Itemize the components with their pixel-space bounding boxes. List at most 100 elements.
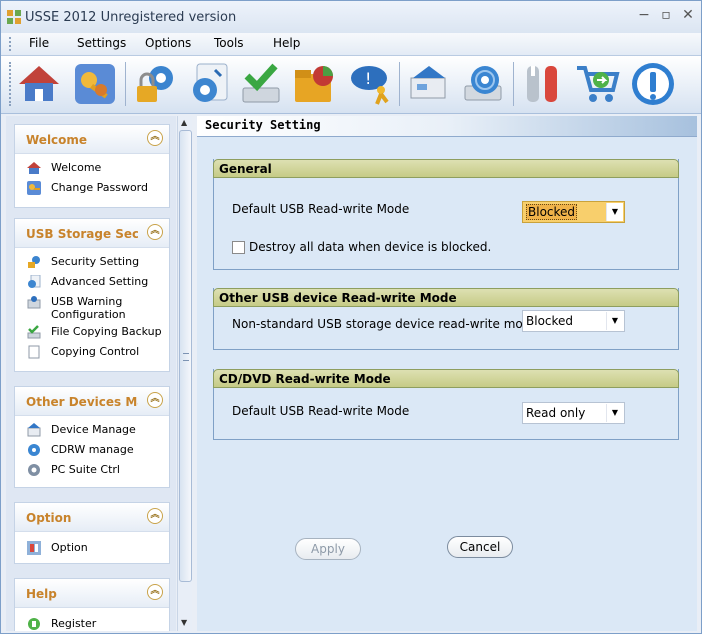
toolbar-separator [399,62,400,106]
collapse-chevron-icon[interactable]: ︽ [147,130,163,146]
info-icon[interactable] [629,60,677,108]
disc-small-icon [28,444,40,456]
panel-title: Other USB device Read-write Mode [219,291,457,305]
panel-title: General [219,162,272,176]
cancel-button[interactable]: Cancel [447,536,513,558]
chat-run-icon[interactable]: ! [347,60,395,108]
sidebar-group-title: Option [26,511,72,525]
other-usb-mode-label: Non-standard USB storage device read-wri… [232,317,538,331]
toolbar-separator [513,62,514,106]
collapse-chevron-icon[interactable]: ︽ [147,224,163,240]
cart-icon[interactable] [573,60,621,108]
sidebar-item-file-copying-backup[interactable]: File Copying Backup [15,322,169,342]
minimize-button[interactable]: − [635,7,653,23]
select-value: Blocked [526,204,578,220]
toolbar-separator [125,62,126,106]
sidebar-group-title: Help [26,587,57,601]
sidebar-scrollbar[interactable]: ▲ ▼ [177,116,192,631]
sidebar-group-title: USB Storage Secu... [26,227,138,241]
sidebar-group-header[interactable]: Help ︽ [15,579,169,608]
register-small-icon [28,618,40,630]
sidebar-group-header[interactable]: Option ︽ [15,503,169,532]
panel-other-usb: Other USB device Read-write Mode Non-sta… [213,288,679,350]
tools-icon[interactable] [519,60,567,108]
sidebar: Welcome ︽ Welcome Change Password USB St… [6,116,176,631]
cddvd-mode-label: Default USB Read-write Mode [232,404,410,418]
sidebar-item-welcome[interactable]: Welcome [15,158,169,178]
menu-bar: File Settings Options Tools Help [1,33,701,56]
scroll-up-arrow-icon[interactable]: ▲ [181,118,187,127]
maximize-button[interactable]: ▫ [657,7,675,23]
collapse-chevron-icon[interactable]: ︽ [147,584,163,600]
content-header: Security Setting [197,116,697,137]
collapse-chevron-icon[interactable]: ︽ [147,392,163,408]
key-icon[interactable] [71,60,119,108]
menu-file[interactable]: File [29,36,49,50]
sidebar-item-security-setting[interactable]: Security Setting [15,252,169,272]
scrollbar-thumb[interactable] [179,130,192,582]
panel-cddvd: CD/DVD Read-write Mode Default USB Read-… [213,369,679,440]
svg-text:!: ! [365,69,371,88]
sidebar-item-usb-warning-configuration[interactable]: USB Warning Configuration [15,292,169,322]
sidebar-item-label: CDRW manage [51,443,134,456]
collapse-chevron-icon[interactable]: ︽ [147,508,163,524]
apply-button[interactable]: Apply [295,538,361,560]
toolbar: ! [1,56,701,114]
sidebar-group-usb: USB Storage Secu... ︽ Security Setting A… [14,218,170,372]
sidebar-item-option[interactable]: Option [15,538,169,558]
sidebar-item-label: USB Warning [51,295,123,308]
lock-gear-icon[interactable] [131,60,179,108]
cddvd-mode-select[interactable]: Read only ▼ [522,402,625,424]
sidebar-group-welcome: Welcome ︽ Welcome Change Password [14,124,170,208]
sidebar-group-option: Option ︽ Option [14,502,170,564]
other-usb-mode-select[interactable]: Blocked ▼ [522,310,625,332]
close-button[interactable]: ✕ [679,7,697,23]
sidebar-item-copying-control[interactable]: Copying Control [15,342,169,362]
option-small-icon [27,541,41,555]
menu-settings[interactable]: Settings [77,36,126,50]
scroll-down-arrow-icon[interactable]: ▼ [181,618,187,627]
menu-grip [9,37,14,51]
app-window: USSE 2012 Unregistered version − ▫ ✕ Fil… [0,0,702,634]
destroy-data-checkbox[interactable] [232,241,245,254]
window-title: USSE 2012 Unregistered version [25,10,237,25]
sidebar-item-advanced-setting[interactable]: Advanced Setting [15,272,169,292]
document-small-icon [28,345,40,359]
menu-options[interactable]: Options [145,36,191,50]
select-value: Blocked [526,314,574,328]
sidebar-item-label: Security Setting [51,255,140,268]
sidebar-group-header[interactable]: Welcome ︽ [15,125,169,154]
menu-help[interactable]: Help [273,36,300,50]
panel-header: Other USB device Read-write Mode [213,288,679,307]
sidebar-item-register[interactable]: Register [15,614,169,631]
usb-gear-icon[interactable] [185,60,233,108]
sidebar-item-label: Copying Control [51,345,140,358]
panel-general: General Default USB Read-write Mode Bloc… [213,159,679,270]
app-icon [7,10,21,24]
sidebar-item-change-password[interactable]: Change Password [15,178,169,198]
drive-check-small-icon [27,325,41,339]
sidebar-item-label: Advanced Setting [51,275,149,288]
sidebar-group-header[interactable]: Other Devices Ma... ︽ [15,387,169,416]
thumb-grip [183,353,189,361]
sidebar-item-cdrw-manage[interactable]: CDRW manage [15,440,169,460]
chevron-down-icon[interactable]: ▼ [606,312,623,330]
sidebar-item-device-manage[interactable]: Device Manage [15,420,169,440]
sidebar-item-label: Device Manage [51,423,136,436]
sidebar-group-header[interactable]: USB Storage Secu... ︽ [15,219,169,248]
sidebar-item-pc-suite-ctrl[interactable]: PC Suite Ctrl [15,460,169,480]
panel-header: General [213,159,679,178]
drive-check-icon[interactable] [237,60,285,108]
folder-pie-icon[interactable] [291,60,339,108]
chevron-down-icon[interactable]: ▼ [606,203,623,221]
menu-tools[interactable]: Tools [214,36,244,50]
lock-gear-small-icon [28,256,40,268]
chevron-down-icon[interactable]: ▼ [606,404,623,422]
panel-header: CD/DVD Read-write Mode [213,369,679,388]
sidebar-item-label: Change Password [51,181,148,194]
disc-drive-icon[interactable] [459,60,507,108]
device-network-icon[interactable] [405,60,453,108]
home-icon[interactable] [15,60,63,108]
destroy-data-label: Destroy all data when device is blocked. [249,240,492,254]
usb-mode-select[interactable]: Blocked ▼ [522,201,625,223]
